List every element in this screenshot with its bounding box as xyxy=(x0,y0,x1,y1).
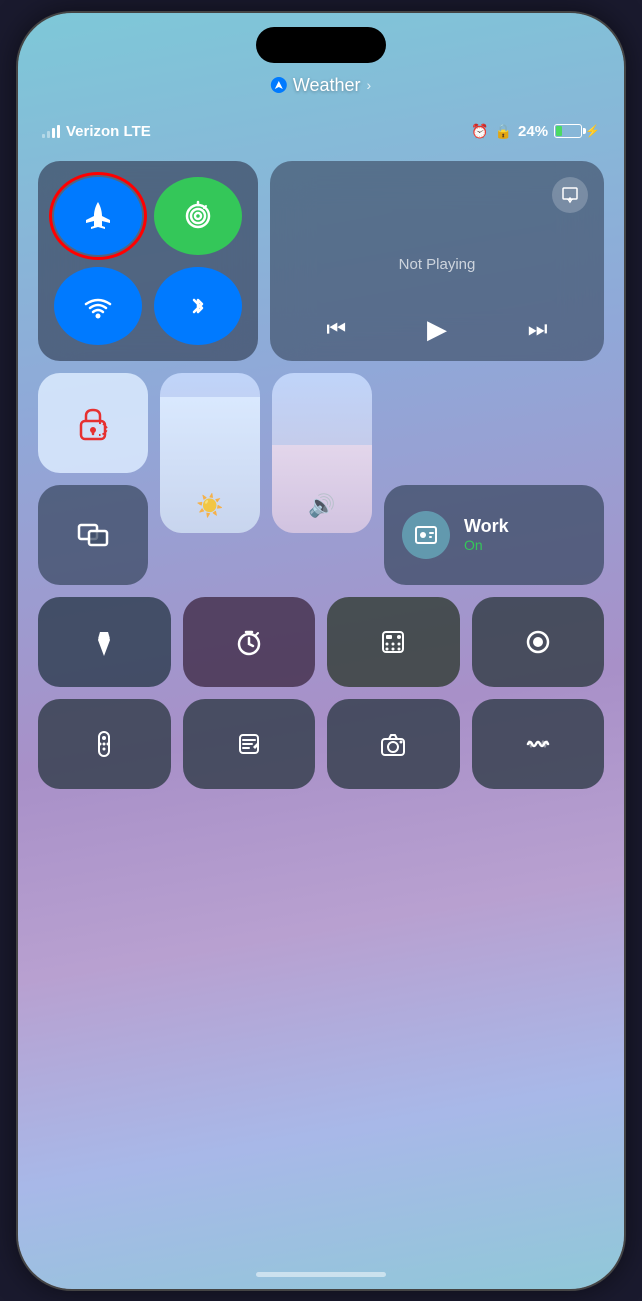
power-button[interactable] xyxy=(625,273,626,373)
location-bar[interactable]: Weather › xyxy=(271,75,371,96)
signal-bar-3 xyxy=(52,128,55,138)
row-controls: ☀️ 🔊 xyxy=(38,373,604,585)
carrier-text: Verizon LTE xyxy=(66,123,151,140)
charging-icon: ⚡ xyxy=(585,124,600,138)
cellular-button[interactable] xyxy=(154,177,242,255)
home-indicator[interactable] xyxy=(256,1272,386,1277)
calculator-button[interactable] xyxy=(327,597,460,687)
media-panel: Not Playing ⏮ ▶ ⏭ xyxy=(270,161,604,361)
row-connectivity-media: Not Playing ⏮ ▶ ⏭ xyxy=(38,161,604,361)
volume-icon: 🔊 xyxy=(308,493,335,519)
weather-label: Weather xyxy=(293,75,361,96)
carrier-info: Verizon LTE xyxy=(42,123,151,140)
wifi-button[interactable] xyxy=(54,267,142,345)
signal-bar-1 xyxy=(42,134,45,138)
screen-mirror-button[interactable] xyxy=(38,485,148,585)
signal-bar-4 xyxy=(57,125,60,138)
brightness-slider[interactable]: ☀️ xyxy=(160,373,260,533)
status-right: ⏰ 🔒 24% ⚡ xyxy=(471,123,600,140)
timer-button[interactable] xyxy=(183,597,316,687)
phone-frame: Weather › Verizon LTE ⏰ 🔒 24% ⚡ xyxy=(16,11,626,1291)
apple-tv-remote-button[interactable] xyxy=(38,699,171,789)
sound-recognition-button[interactable] xyxy=(472,699,605,789)
focus-text: Work On xyxy=(464,516,509,553)
focus-subtitle: On xyxy=(464,537,509,553)
volume-fill xyxy=(272,445,372,533)
screen-lock-button[interactable] xyxy=(38,373,148,473)
previous-track-button[interactable]: ⏮ xyxy=(326,316,346,342)
control-center: Not Playing ⏮ ▶ ⏭ xyxy=(38,161,604,801)
now-playing-label: Not Playing xyxy=(286,256,588,273)
media-top xyxy=(286,177,588,213)
tools-row-1 xyxy=(38,597,604,687)
next-track-button[interactable]: ⏭ xyxy=(528,316,548,342)
screen-record-button[interactable] xyxy=(472,597,605,687)
signal-icon xyxy=(42,124,60,138)
airplay-button[interactable] xyxy=(552,177,588,213)
apple-notes-button[interactable] xyxy=(183,699,316,789)
camera-button[interactable] xyxy=(327,699,460,789)
focus-title: Work xyxy=(464,516,509,537)
battery-percent-text: 24% xyxy=(518,123,548,140)
media-controls: ⏮ ▶ ⏭ xyxy=(286,314,588,345)
volume-up-button[interactable] xyxy=(16,273,17,343)
location-chevron-icon: › xyxy=(367,77,372,93)
focus-mode-button[interactable]: Work On xyxy=(384,485,604,585)
alarm-icon: ⏰ xyxy=(471,123,488,140)
battery-icon: ⚡ xyxy=(554,124,600,138)
airplane-mode-button[interactable] xyxy=(54,177,142,255)
tools-row-2 xyxy=(38,699,604,789)
dynamic-island xyxy=(256,27,386,63)
orientation-lock-icon: 🔒 xyxy=(495,123,512,140)
volume-down-button[interactable] xyxy=(16,358,17,428)
connectivity-panel xyxy=(38,161,258,361)
brightness-icon: ☀️ xyxy=(196,493,223,519)
volume-slider[interactable]: 🔊 xyxy=(272,373,372,533)
signal-bar-2 xyxy=(47,131,50,138)
status-bar: Verizon LTE ⏰ 🔒 24% ⚡ xyxy=(42,123,600,140)
flashlight-button[interactable] xyxy=(38,597,171,687)
bluetooth-button[interactable] xyxy=(154,267,242,345)
play-pause-button[interactable]: ▶ xyxy=(427,314,447,345)
location-icon xyxy=(271,77,287,93)
focus-icon xyxy=(402,511,450,559)
